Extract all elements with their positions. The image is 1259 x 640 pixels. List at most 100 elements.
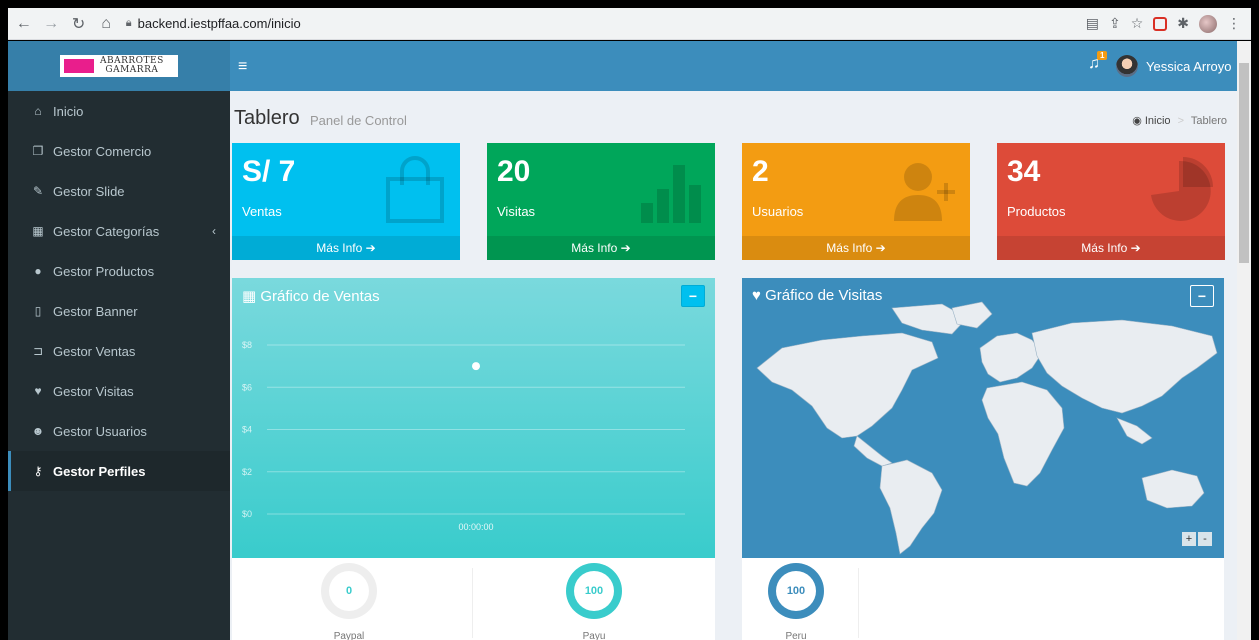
top-navbar: ABARROTES GAMARRA ≡ ♫ 1 Yessica Arroyo <box>8 41 1251 91</box>
sidebar-item-gestor-usuarios[interactable]: ☻ Gestor Usuarios <box>8 411 230 451</box>
donut-label: Paypal <box>333 631 365 640</box>
more-info-link[interactable]: Más Info ➔ <box>742 236 970 260</box>
paypal-donut: 0 <box>321 563 377 619</box>
shopping-bag-icon <box>386 156 444 223</box>
arrow-circle-right-icon: ➔ <box>620 241 631 255</box>
chevron-left-icon: ‹ <box>212 224 216 238</box>
menu-kebab-icon[interactable]: ⋮ <box>1227 15 1241 32</box>
app-window: ABARROTES GAMARRA ≡ ♫ 1 Yessica Arroyo ⌂… <box>8 41 1251 640</box>
product-hunt-icon: ● <box>34 264 42 278</box>
files-icon: ❐ <box>32 144 44 158</box>
bar-chart-icon <box>641 165 701 223</box>
extension-icon[interactable] <box>1153 16 1168 31</box>
world-map[interactable] <box>742 278 1224 558</box>
breadcrumb: ◉ Inicio > Tablero <box>1132 115 1227 127</box>
key-icon: ⚷ <box>33 464 43 478</box>
sidebar-item-gestor-productos[interactable]: ● Gestor Productos <box>8 251 230 291</box>
sidebar-item-inicio[interactable]: ⌂ Inicio <box>8 91 230 131</box>
arrow-circle-right-icon: ➔ <box>1130 241 1141 255</box>
lock-icon: 🔒︎ <box>125 17 132 29</box>
sales-line-chart: $0 $2 $4 $6 $8 00:00:00 <box>242 340 685 532</box>
stat-box-ventas: S/ 7 Ventas Más Info ➔ <box>232 143 460 260</box>
more-info-link[interactable]: Más Info ➔ <box>487 236 715 260</box>
reload-icon[interactable]: ↻ <box>67 12 90 36</box>
arrow-circle-right-icon: ➔ <box>875 241 886 255</box>
bookmark-star-icon[interactable]: ☆ <box>1131 15 1144 32</box>
stat-box-productos: 34 Productos Más Info ➔ <box>997 143 1225 260</box>
puzzle-icon[interactable]: ✱ <box>1177 15 1189 32</box>
zoom-out-button[interactable]: - <box>1198 532 1212 546</box>
panel-title: ♥ Gráfico de Visitas <box>752 287 883 304</box>
logo-mark <box>64 59 94 73</box>
peru-donut: 100 <box>768 563 824 619</box>
sidebar-item-gestor-comercio[interactable]: ❐ Gestor Comercio <box>8 131 230 171</box>
stat-label: Ventas <box>242 204 282 219</box>
stat-value: 20 <box>497 155 531 188</box>
map-zoom-controls: + - <box>1182 532 1212 546</box>
arrow-circle-right-icon: ➔ <box>365 241 376 255</box>
stat-label: Visitas <box>497 204 536 219</box>
stat-value: S/ 7 <box>242 155 296 188</box>
dashboard-icon: ◉ <box>1132 115 1142 127</box>
users-icon: ☻ <box>31 424 45 438</box>
sidebar-item-gestor-perfiles[interactable]: ⚷ Gestor Perfiles <box>8 451 230 491</box>
home-icon[interactable]: ⌂ <box>94 12 117 36</box>
donut-label: Peru <box>785 631 807 640</box>
payment-methods-panel: 0 Paypal 100 Payu <box>232 558 715 640</box>
x-tick-label: 00:00:00 <box>458 522 493 532</box>
y-tick-label: $2 <box>242 467 252 477</box>
user-avatar[interactable] <box>1116 55 1138 77</box>
cart-icon: ⊐ <box>32 344 44 358</box>
sidebar-toggle-icon[interactable]: ≡ <box>238 58 247 76</box>
y-tick-label: $4 <box>242 425 252 435</box>
address-bar[interactable]: 🔒︎ backend.iestpffaa.com/inicio <box>126 12 1086 36</box>
stat-label: Usuarios <box>752 204 804 219</box>
more-info-link[interactable]: Más Info ➔ <box>997 236 1225 260</box>
more-info-link[interactable]: Más Info ➔ <box>232 236 460 260</box>
y-tick-label: $8 <box>242 340 252 350</box>
zoom-in-button[interactable]: + <box>1182 532 1196 546</box>
payu-donut: 100 <box>566 563 622 619</box>
sidebar-item-gestor-categorias[interactable]: ▦ Gestor Categorías ‹ <box>8 211 230 251</box>
page-subtitle: Panel de Control <box>310 113 407 128</box>
forward-icon[interactable]: → <box>39 12 62 36</box>
user-name[interactable]: Yessica Arroyo <box>1146 59 1232 74</box>
share-icon[interactable]: ⇪ <box>1109 15 1121 32</box>
breadcrumb-current: Tablero <box>1190 115 1227 127</box>
visits-map-panel: ♥ Gráfico de Visitas − + - <box>742 278 1224 558</box>
data-point[interactable] <box>472 362 480 371</box>
breadcrumb-home[interactable]: Inicio <box>1145 115 1171 127</box>
user-plus-icon <box>894 163 955 221</box>
scrollbar-thumb[interactable] <box>1239 63 1249 263</box>
back-icon[interactable]: ← <box>12 12 35 36</box>
brand-logo: ABARROTES GAMARRA <box>60 55 178 77</box>
visits-by-country-panel: 100 Peru <box>742 558 1224 640</box>
y-tick-label: $0 <box>242 509 252 519</box>
sidebar: ⌂ Inicio ❐ Gestor Comercio ✎ Gestor Slide ▦… <box>8 91 230 640</box>
profile-avatar[interactable] <box>1199 14 1218 33</box>
translate-icon[interactable]: ▤ <box>1086 15 1099 32</box>
page-title: Tablero <box>234 107 300 129</box>
sidebar-item-gestor-visitas[interactable]: ♥ Gestor Visitas <box>8 371 230 411</box>
browser-toolbar: ← → ↻ ⌂ 🔒︎ backend.iestpffaa.com/inicio … <box>8 8 1251 40</box>
home-icon: ⌂ <box>34 104 42 118</box>
sidebar-item-gestor-ventas[interactable]: ⊐ Gestor Ventas <box>8 331 230 371</box>
stat-box-visitas: 20 Visitas Más Info ➔ <box>487 143 715 260</box>
logo-area[interactable]: ABARROTES GAMARRA <box>8 41 230 91</box>
y-tick-label: $6 <box>242 382 252 392</box>
sales-chart-panel: ▦ Gráfico de Ventas − $0 $2 $4 $6 $8 00:00:00 <box>232 278 715 558</box>
collapse-button[interactable]: − <box>1190 285 1214 307</box>
sidebar-item-gestor-banner[interactable]: ▯ Gestor Banner <box>8 291 230 331</box>
logo-text-bottom: GAMARRA <box>105 65 159 75</box>
stat-value: 34 <box>1007 155 1041 188</box>
page-scrollbar[interactable] <box>1237 41 1251 640</box>
map-marker-icon: ♥ <box>34 384 42 398</box>
map-icon: ▯ <box>34 304 42 318</box>
stat-label: Productos <box>1007 204 1066 219</box>
edit-icon: ✎ <box>32 184 44 198</box>
map-marker-icon: ♥ <box>752 287 761 304</box>
main-content: Tablero Panel de Control ◉ Inicio > Tabl… <box>230 91 1251 640</box>
notification-badge: 1 <box>1097 51 1108 60</box>
sidebar-item-gestor-slide[interactable]: ✎ Gestor Slide <box>8 171 230 211</box>
url-text: backend.iestpffaa.com/inicio <box>137 16 301 31</box>
